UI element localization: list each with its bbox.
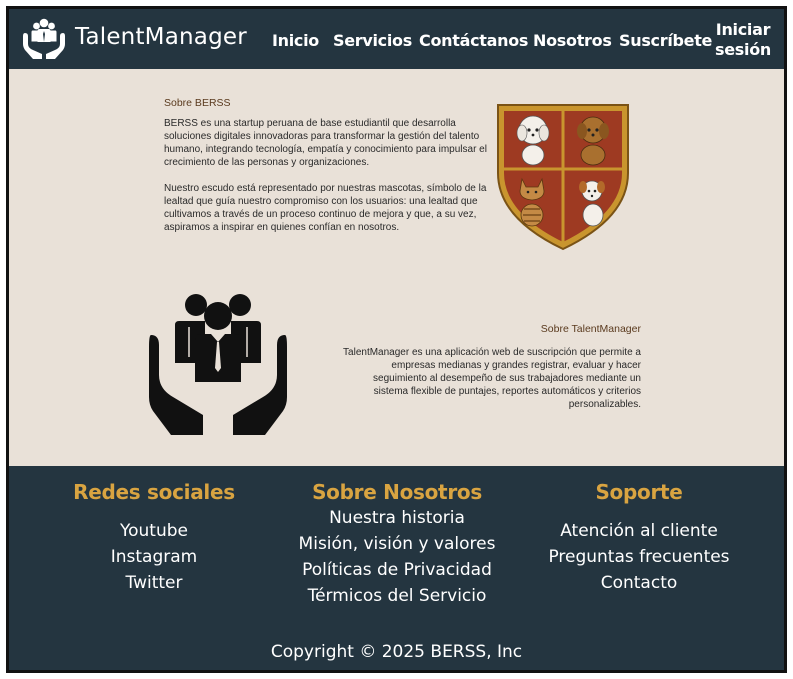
footer-link-historia[interactable]: Nuestra historia: [277, 505, 517, 531]
footer-link-twitter[interactable]: Twitter: [54, 570, 254, 596]
footer-link-privacidad[interactable]: Políticas de Privacidad: [277, 557, 517, 583]
footer-link-youtube[interactable]: Youtube: [54, 518, 254, 544]
nav-inicio[interactable]: Inicio: [272, 31, 319, 50]
login-label-line1: Iniciar: [715, 20, 771, 39]
footer-link-terminos[interactable]: Térmicos del Servicio: [277, 583, 517, 609]
footer-link-instagram[interactable]: Instagram: [54, 544, 254, 570]
footer-about-title: Sobre Nosotros: [312, 480, 482, 504]
people-in-hands-icon: [23, 18, 65, 59]
top-navbar: TalentManager Inicio Servicios Contáctan…: [9, 9, 784, 69]
site-footer: Redes sociales Youtube Instagram Twitter…: [9, 466, 784, 670]
footer-about: Sobre Nosotros Nuestra historia Misión, …: [277, 480, 517, 609]
about-paragraph-2: Nuestro escudo está representado por nue…: [164, 183, 487, 233]
footer-link-mision[interactable]: Misión, visión y valores: [277, 531, 517, 557]
page-frame: TalentManager Inicio Servicios Contáctan…: [6, 6, 787, 673]
about-berss-text: BERSS es una startup peruana de base est…: [164, 117, 489, 234]
about-talentmanager-title: Sobre TalentManager: [540, 323, 641, 335]
footer-support: Soporte Atención al cliente Preguntas fr…: [529, 480, 749, 596]
about-paragraph-1: BERSS es una startup peruana de base est…: [164, 118, 487, 168]
footer-social: Redes sociales Youtube Instagram Twitter: [54, 480, 254, 596]
login-button[interactable]: Iniciar sesión: [715, 20, 771, 60]
footer-link-atencion[interactable]: Atención al cliente: [529, 518, 749, 544]
main-content: Sobre BERSS BERSS es una startup peruana…: [9, 69, 784, 466]
login-label-line2: sesión: [715, 40, 771, 59]
footer-support-title: Soporte: [595, 480, 683, 504]
footer-link-preguntas[interactable]: Preguntas frecuentes: [529, 544, 749, 570]
copyright-text: Copyright © 2025 BERSS, Inc: [270, 642, 523, 662]
brand-name: TalentManager: [75, 24, 247, 50]
team-in-hands-icon: [149, 294, 287, 435]
footer-link-contacto[interactable]: Contacto: [529, 570, 749, 596]
nav-suscribete[interactable]: Suscríbete: [619, 31, 712, 50]
nav-servicios[interactable]: Servicios: [333, 31, 412, 50]
brand[interactable]: TalentManager: [23, 14, 247, 60]
nav-nosotros[interactable]: Nosotros: [533, 31, 612, 50]
nav-contactanos[interactable]: Contáctanos: [419, 31, 528, 50]
about-talentmanager-text: TalentManager es una aplicación web de s…: [343, 347, 641, 410]
about-berss-title: Sobre BERSS: [164, 97, 231, 109]
footer-social-title: Redes sociales: [73, 480, 235, 504]
shield-crest-icon: [497, 104, 629, 251]
